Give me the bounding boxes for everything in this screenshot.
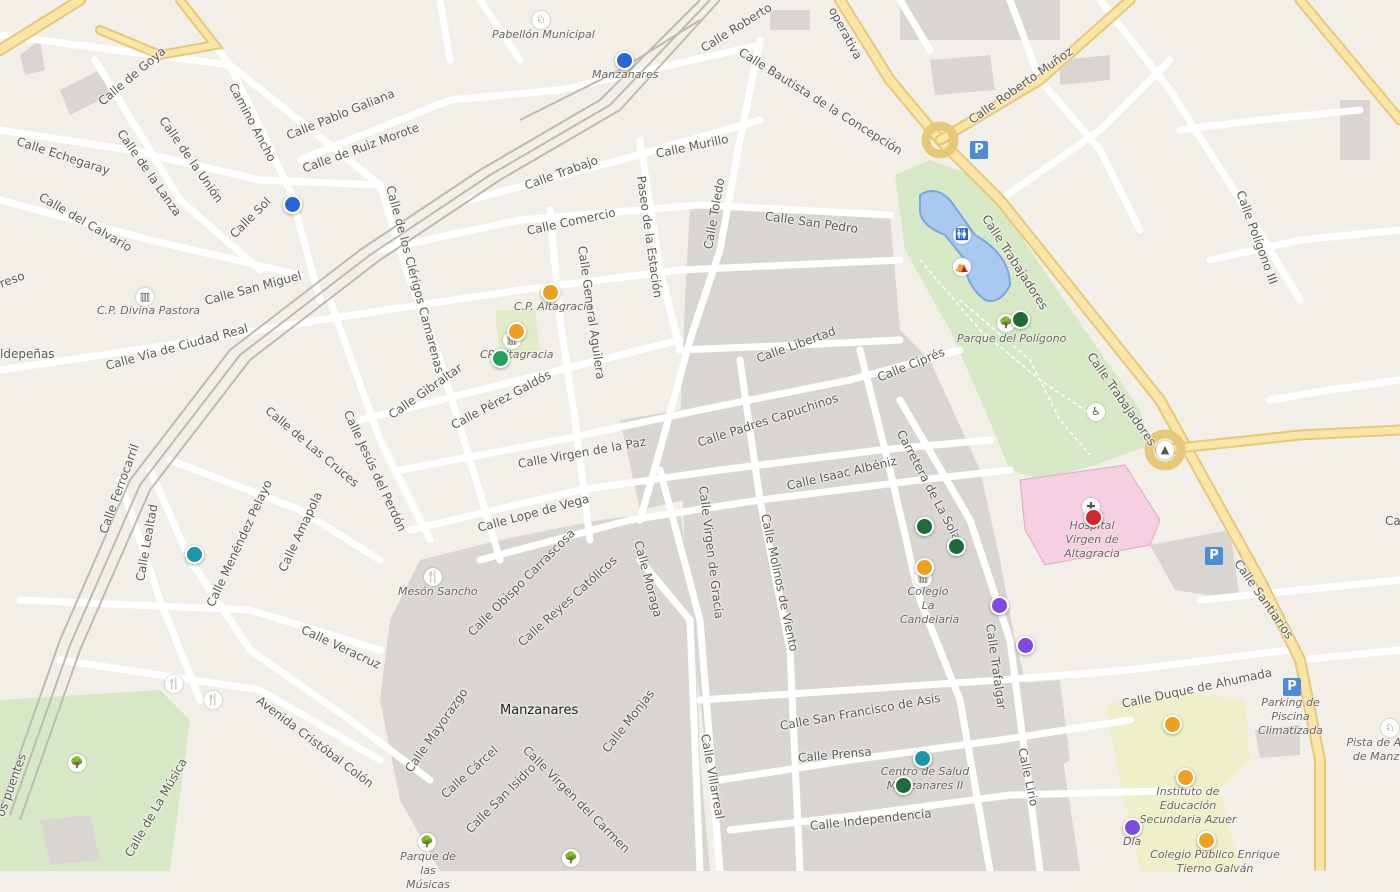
restaurant-icon[interactable]: 🍴 [424, 568, 442, 586]
marker-shop[interactable] [990, 596, 1009, 615]
marker-train-station[interactable] [615, 51, 634, 70]
poi-label: Parking de Piscina Climatizada [1258, 696, 1323, 737]
school-icon[interactable]: ▥ [136, 288, 154, 306]
accessibility-icon[interactable]: ♿ [1087, 403, 1105, 421]
marker-hospital[interactable] [1084, 508, 1103, 527]
map-canvas[interactable]: Calle de Goya Camino Ancho Calle Pablo G… [0, 0, 1400, 891]
poi-label: Colegio Público Enrique Tierno Galván [1150, 848, 1280, 875]
poi-label: Colegio La Candelaria [900, 585, 960, 626]
poi-label: Pista de At de Manz [1346, 736, 1400, 763]
park-tree-icon[interactable]: 🌳 [68, 754, 86, 772]
marker-school[interactable] [1176, 768, 1195, 787]
poi-label: Día [1123, 835, 1142, 848]
park-tree-icon[interactable]: 🌳 [562, 849, 580, 867]
marker-school[interactable] [915, 558, 934, 577]
poi-label: Parque del Polígono [957, 332, 1067, 345]
monument-icon[interactable]: ▲ [1156, 441, 1174, 459]
poi-label: Manzanares [592, 68, 659, 81]
poi-label: Mesón Sancho [398, 585, 478, 598]
restaurant-icon[interactable]: 🍴 [165, 675, 183, 693]
picnic-icon[interactable]: ⛺ [953, 258, 971, 276]
poi-label: Instituto de Educación Secundaria Azuer [1139, 785, 1237, 826]
parking-icon[interactable]: P [1283, 678, 1301, 696]
sports-hall-icon[interactable]: ♘ [532, 11, 550, 29]
marker-shop[interactable] [1016, 636, 1035, 655]
marker-supermarket[interactable] [1123, 818, 1142, 837]
marker-bus-stop[interactable] [283, 195, 302, 214]
marker-park[interactable] [894, 776, 913, 795]
marker-park[interactable] [915, 517, 934, 536]
sports-hall-icon[interactable]: ♘ [1381, 719, 1399, 737]
park-tree-icon[interactable]: 🌳 [418, 833, 436, 851]
marker-place[interactable] [491, 349, 510, 368]
toilets-icon[interactable]: 🚻 [953, 226, 971, 244]
marker-school[interactable] [541, 283, 560, 302]
restaurant-icon[interactable]: 🍴 [204, 691, 222, 709]
town-label: Manzanares [500, 703, 579, 718]
marker-school[interactable] [1197, 831, 1216, 850]
street-label: ldepeñas [0, 347, 55, 361]
street-label: Ca [1385, 514, 1400, 528]
poi-label: Centro de Salud Manzanares II [880, 765, 970, 792]
marker-health[interactable] [913, 749, 932, 768]
marker-school[interactable] [1163, 715, 1182, 734]
poi-label: Pabellón Municipal [492, 28, 595, 41]
parking-icon[interactable]: P [1205, 547, 1223, 565]
poi-label: C.P. Divina Pastora [97, 304, 201, 317]
marker-health[interactable] [185, 545, 204, 564]
marker-park[interactable] [947, 537, 966, 556]
marker-school[interactable] [507, 322, 526, 341]
poi-label: C.P. Altagracia [514, 300, 594, 313]
parking-icon[interactable]: P [970, 141, 988, 159]
marker-park[interactable] [1011, 310, 1030, 329]
poi-label: Parque de las Músicas [400, 850, 456, 891]
